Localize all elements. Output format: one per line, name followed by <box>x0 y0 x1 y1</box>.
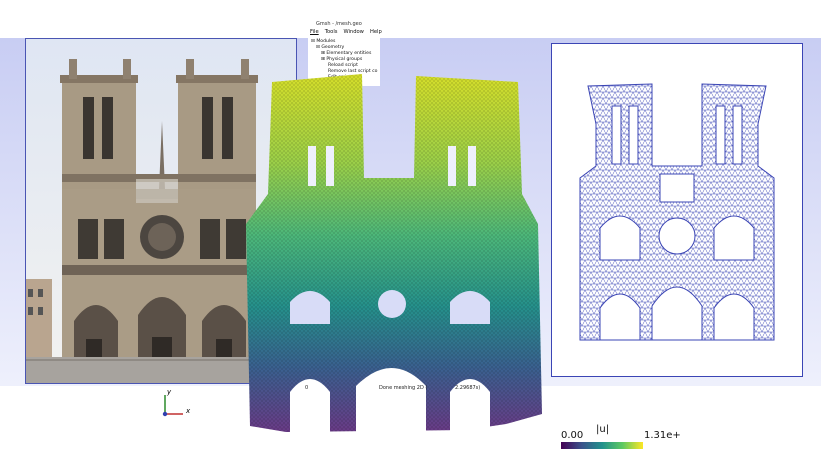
status-message: Done meshing 2D ( <box>379 385 428 391</box>
status-left: 0 <box>305 385 309 391</box>
axis-x-label: x <box>186 407 191 415</box>
axes-triad-drawing <box>162 395 183 417</box>
menu-bar: File Tools Window Help <box>310 29 382 35</box>
solution-field-drawing <box>246 74 542 432</box>
colorbar-label: |u| <box>596 424 610 435</box>
menu-tools[interactable]: Tools <box>325 29 338 35</box>
menu-window[interactable]: Window <box>343 29 363 35</box>
menu-help[interactable]: Help <box>370 29 382 35</box>
tree-item-physical[interactable]: ⊞ Physical groups <box>321 57 362 62</box>
status-bar: 0 Done meshing 2D ( 2.29687s) <box>305 382 505 394</box>
mesh-drawing <box>579 83 775 341</box>
status-time: 2.29687s) <box>455 385 481 391</box>
window-title: Gmsh - /mesh.geo <box>316 21 362 27</box>
mesh-view[interactable] <box>551 43 803 377</box>
axes-triad: y x <box>150 388 200 422</box>
solution-field-overlay[interactable] <box>246 74 542 432</box>
colorbar-max: 1.31e+ <box>644 430 681 441</box>
background-top <box>0 0 821 38</box>
menu-file[interactable]: File <box>310 29 319 35</box>
colorbar-min: 0.00 <box>561 430 584 441</box>
colorbar-gradient <box>561 442 643 449</box>
axis-y-label: y <box>167 388 172 396</box>
tree-item-reload[interactable]: Reload script <box>328 63 358 68</box>
tree-item-elementary[interactable]: ⊞ Elementary entities <box>321 51 371 56</box>
tree-item-modules[interactable]: ⊟ Modules <box>311 39 335 44</box>
gmsh-window-header: Gmsh - /mesh.geo File Tools Window Help <box>308 20 382 38</box>
colorbar: 0.00 |u| 1.31e+ <box>561 424 791 456</box>
tree-item-geometry[interactable]: ⊟ Geometry <box>316 45 344 50</box>
